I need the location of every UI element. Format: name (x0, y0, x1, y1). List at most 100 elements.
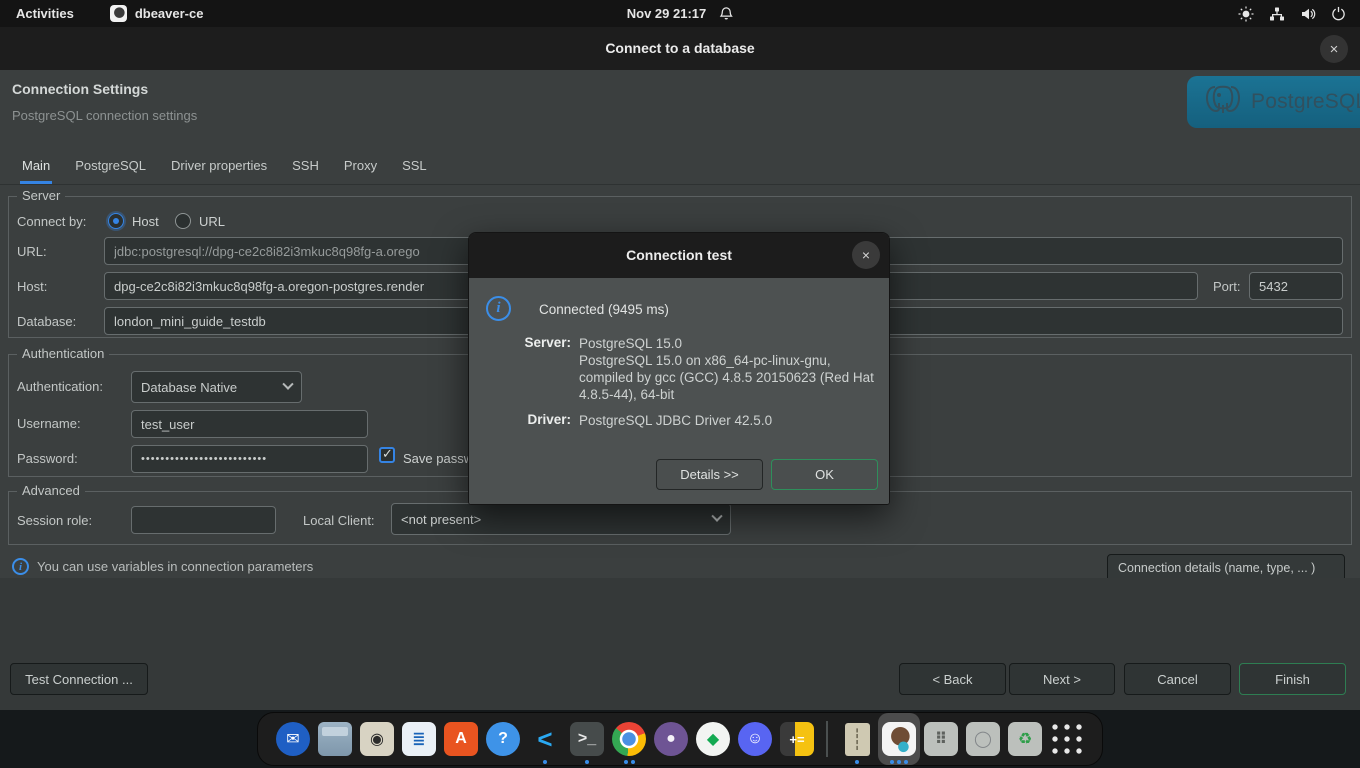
dock-item-terminal[interactable]: >_ (566, 713, 608, 765)
activities-button[interactable]: Activities (16, 6, 74, 21)
back-button[interactable]: < Back (899, 663, 1006, 695)
server-result-value: PostgreSQL 15.0 PostgreSQL 15.0 on x86_6… (579, 335, 881, 403)
dock-item-zip-archive[interactable]: ┊ (836, 713, 878, 765)
password-label: Password: (17, 451, 78, 466)
focused-app-menu[interactable]: dbeaver-ce (110, 5, 204, 22)
server-version-line: PostgreSQL 15.0 (579, 335, 881, 352)
session-role-input[interactable] (131, 506, 276, 534)
running-indicator (608, 760, 650, 764)
dock-item-dbeaver[interactable] (878, 713, 920, 765)
test-connection-button[interactable]: Test Connection ... (10, 663, 148, 695)
driver-result-label: Driver: (509, 412, 571, 427)
dialog-title: Connect to a database (0, 27, 1360, 70)
tab-proxy[interactable]: Proxy (342, 149, 379, 184)
chrome-icon (612, 722, 646, 756)
info-icon: i (12, 558, 29, 575)
brightness-icon (1238, 6, 1254, 22)
database-label: Database: (17, 314, 76, 329)
dock-item-app-grid[interactable] (1046, 713, 1088, 765)
password-input[interactable] (131, 445, 368, 473)
connect-by-host-radio[interactable] (108, 213, 124, 229)
app-grid-icon (1049, 722, 1085, 756)
connect-by-url-radio[interactable] (175, 213, 191, 229)
wizard-header: Connection Settings PostgreSQL connectio… (0, 70, 1360, 147)
dock-item-disks[interactable]: ◯ (962, 713, 1004, 765)
gnome-top-bar: Activities dbeaver-ce Nov 29 21:17 (0, 0, 1360, 27)
dock-item-chrome[interactable] (608, 713, 650, 765)
connect-by-url-radio-label[interactable]: URL (199, 214, 225, 229)
details-button[interactable]: Details >> (656, 459, 763, 490)
dock-item-ubuntu-software[interactable]: A (440, 713, 482, 765)
tab-ssh[interactable]: SSH (290, 149, 321, 184)
dock-item-mongodb-compass[interactable]: ◆ (692, 713, 734, 765)
session-role-label: Session role: (17, 513, 92, 528)
ok-button[interactable]: OK (771, 459, 878, 490)
driver-result-value: PostgreSQL JDBC Driver 42.5.0 (579, 412, 881, 429)
tab-ssl[interactable]: SSL (400, 149, 429, 184)
dock-item-vscode[interactable]: < (524, 713, 566, 765)
cancel-button[interactable]: Cancel (1124, 663, 1231, 695)
dock-item-help[interactable]: ? (482, 713, 524, 765)
connection-status: Connected (9495 ms) (539, 302, 669, 317)
dock-item-rhythmbox[interactable]: ◉ (356, 713, 398, 765)
advanced-group-legend: Advanced (17, 483, 85, 498)
host-label: Host: (17, 279, 47, 294)
port-label: Port: (1213, 279, 1240, 294)
dock-item-libreoffice-writer[interactable]: ≣ (398, 713, 440, 765)
local-client-select[interactable]: <not present> (391, 503, 731, 535)
libreoffice-writer-icon: ≣ (402, 722, 436, 756)
tab-postgresql[interactable]: PostgreSQL (73, 149, 148, 184)
local-client-label: Local Client: (303, 513, 375, 528)
dock-item-github-desktop[interactable]: ● (650, 713, 692, 765)
username-input[interactable] (131, 410, 368, 438)
finish-button[interactable]: Finish (1239, 663, 1346, 695)
connection-test-body: i Connected (9495 ms) Server: PostgreSQL… (469, 278, 889, 505)
info-icon: i (486, 296, 511, 321)
chevron-down-icon (282, 379, 293, 390)
connection-test-title: Connection test (469, 233, 889, 278)
dock-item-logs[interactable]: ⠿ (920, 713, 962, 765)
authentication-type-select[interactable]: Database Native (131, 371, 302, 403)
bell-icon (718, 6, 733, 21)
page-subtitle: PostgreSQL connection settings (12, 108, 197, 123)
dialog-close-button[interactable]: × (1320, 35, 1348, 63)
save-password-label[interactable]: Save passw (403, 451, 473, 466)
clock-menu[interactable]: Nov 29 21:17 (627, 0, 734, 27)
hint-row: i You can use variables in connection pa… (12, 558, 313, 575)
connection-test-titlebar: Connection test × (469, 233, 889, 278)
dock-item-discord[interactable]: ☺ (734, 713, 776, 765)
tab-driver-properties[interactable]: Driver properties (169, 149, 269, 184)
dock: ✉ ◉≣A?<>_ ●◆☺+= ┊ ⠿◯♻ (257, 712, 1103, 766)
connection-test-close-button[interactable]: × (852, 241, 880, 269)
running-indicator (836, 760, 878, 764)
terminal-icon: >_ (570, 722, 604, 756)
save-password-checkbox[interactable] (379, 447, 395, 463)
tab-main[interactable]: Main (20, 149, 52, 184)
system-status-area[interactable] (1238, 0, 1360, 27)
next-button[interactable]: Next > (1009, 663, 1115, 695)
authentication-group-legend: Authentication (17, 346, 109, 361)
port-input[interactable] (1249, 272, 1343, 300)
tab-bar: Main PostgreSQL Driver properties SSH Proxy S… (0, 147, 1360, 185)
dock-item-files[interactable] (314, 713, 356, 765)
username-label: Username: (17, 416, 81, 431)
logs-icon: ⠿ (924, 722, 958, 756)
connect-by-host-radio-label[interactable]: Host (132, 214, 159, 229)
dialog-titlebar: Connect to a database × (0, 27, 1360, 70)
dock-item-trash[interactable]: ♻ (1004, 713, 1046, 765)
power-icon (1331, 6, 1346, 21)
url-label: URL: (17, 244, 47, 259)
trash-icon: ♻ (1008, 722, 1042, 756)
dock-item-thunderbird[interactable]: ✉ (272, 713, 314, 765)
clock-label: Nov 29 21:17 (627, 6, 707, 21)
server-build-line: PostgreSQL 15.0 on x86_64-pc-linux-gnu, … (579, 352, 881, 403)
connect-by-label: Connect by: (17, 214, 86, 229)
disks-icon: ◯ (966, 722, 1000, 756)
dock-item-calculator[interactable]: += (776, 713, 818, 765)
dbeaver-app-icon (110, 5, 127, 22)
connection-details-button[interactable]: Connection details (name, type, ... ) (1107, 554, 1345, 578)
wizard-footer: Test Connection ... < Back Next > Cancel… (0, 578, 1360, 710)
server-group-legend: Server (17, 188, 65, 203)
mongodb-compass-icon: ◆ (696, 722, 730, 756)
zip-archive-icon: ┊ (845, 723, 870, 756)
